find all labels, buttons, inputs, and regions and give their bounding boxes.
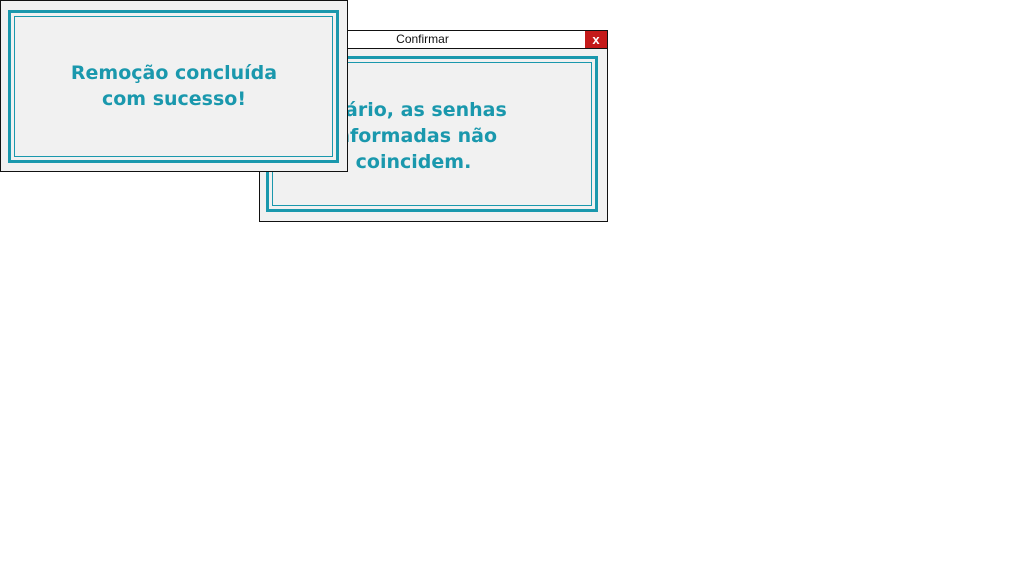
close-button[interactable]: x <box>585 31 607 48</box>
removal-success-message: Remoção concluída com sucesso! <box>70 62 278 110</box>
success-dialog: Remoção concluída com sucesso! <box>0 0 348 172</box>
